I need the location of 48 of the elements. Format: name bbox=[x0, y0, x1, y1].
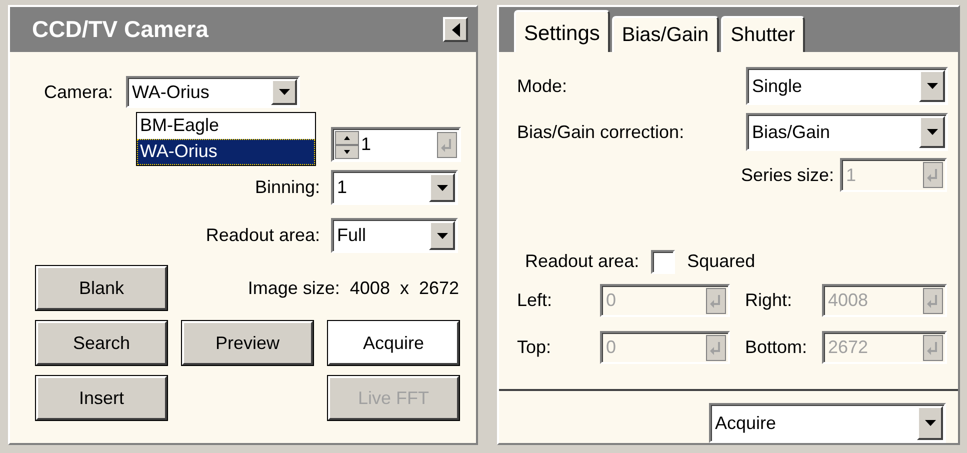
field-label: Top: bbox=[517, 336, 552, 359]
enter-icon bbox=[706, 334, 726, 360]
field-label: Bias/Gain correction: bbox=[517, 120, 684, 144]
collapse-button[interactable] bbox=[443, 17, 468, 42]
bias-gain-select[interactable]: Bias/Gain bbox=[746, 113, 948, 151]
dropdown-option[interactable]: BM-Eagle bbox=[137, 113, 315, 139]
field-label: Series size: bbox=[740, 164, 834, 186]
left-arrow-icon bbox=[452, 22, 460, 36]
caret-icon bbox=[436, 184, 448, 190]
action-select[interactable]: Acquire bbox=[709, 403, 946, 443]
image-size-value: 4008 x 2672 bbox=[350, 276, 459, 300]
tab[interactable]: Settings bbox=[514, 10, 610, 52]
panel-title: CCD/TV Camera bbox=[31, 15, 208, 44]
mode-select[interactable]: Single bbox=[746, 67, 948, 105]
camera-select[interactable]: WA-Orius bbox=[126, 76, 300, 108]
readout-area-select[interactable]: Full bbox=[331, 218, 458, 253]
action-button[interactable]: Preview bbox=[182, 321, 313, 365]
tab[interactable]: Shutter bbox=[720, 16, 806, 52]
caret-icon bbox=[924, 420, 936, 426]
exposure-field[interactable]: 1 bbox=[331, 127, 461, 162]
tab[interactable]: Bias/Gain bbox=[612, 16, 719, 52]
caret-icon bbox=[926, 83, 938, 89]
caret-icon bbox=[926, 129, 938, 135]
action-button[interactable]: Acquire bbox=[328, 321, 459, 365]
image-size-label: Image size: bbox=[248, 276, 340, 300]
field-label: Left: bbox=[517, 289, 554, 312]
caret-icon bbox=[278, 89, 290, 95]
caret-icon bbox=[436, 232, 448, 238]
enter-icon bbox=[923, 334, 943, 360]
enter-icon bbox=[706, 288, 726, 314]
enter-icon bbox=[437, 132, 457, 158]
binning-select[interactable]: 1 bbox=[331, 170, 458, 205]
field-label: Bottom: bbox=[744, 336, 808, 359]
field-label: Readout area: bbox=[525, 250, 640, 273]
field-label: Binning: bbox=[254, 176, 320, 199]
field-label: Mode: bbox=[517, 74, 568, 98]
enter-icon bbox=[923, 162, 943, 188]
squared-checkbox[interactable] bbox=[651, 250, 676, 274]
action-button[interactable]: Search bbox=[36, 321, 167, 365]
action-button[interactable]: Blank bbox=[36, 266, 167, 310]
field-label: Readout area: bbox=[206, 224, 320, 247]
enter-icon bbox=[923, 288, 943, 314]
dropdown-option[interactable]: WA-Orius bbox=[137, 139, 315, 165]
field-label: Right: bbox=[744, 289, 794, 312]
action-button[interactable]: Insert bbox=[36, 376, 167, 420]
checkbox-label: Squared bbox=[687, 250, 756, 273]
field-label: Camera: bbox=[44, 80, 114, 104]
spinner-icon bbox=[335, 130, 359, 158]
